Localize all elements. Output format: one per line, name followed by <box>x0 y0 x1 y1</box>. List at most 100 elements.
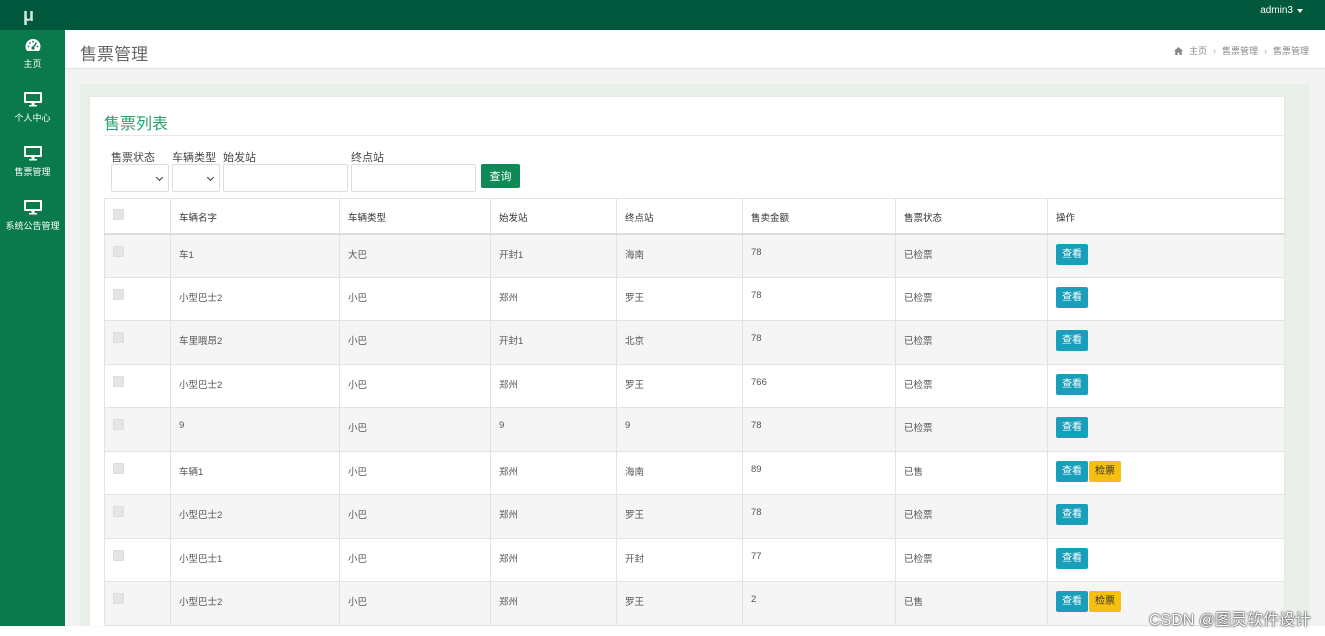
start-station-cell: 郑州 <box>490 494 617 539</box>
table-row: 小型巴士2 小巴 郑州 罗王 2 已售 查看 检票 <box>104 581 1284 626</box>
vehicle-type-cell: 小巴 <box>339 363 491 408</box>
row-checkbox[interactable] <box>113 332 124 343</box>
column-header[interactable]: 售卖金额 <box>742 198 896 235</box>
page-header: 售票管理 主页 › 售票管理 › 售票管理 <box>65 30 1325 69</box>
monitor-icon <box>23 200 42 215</box>
column-header[interactable]: 车辆名字 <box>170 198 340 235</box>
view-button[interactable]: 查看 <box>1056 330 1088 351</box>
actions-cell: 查看 <box>1047 494 1284 539</box>
vehicle-type-cell: 小巴 <box>339 450 491 495</box>
row-select-cell <box>104 407 171 452</box>
end-station-cell: 罗王 <box>616 581 743 626</box>
row-checkbox[interactable] <box>113 375 124 387</box>
column-header[interactable]: 始发站 <box>490 198 617 235</box>
sidebar-item-announcements[interactable]: 系统公告管理 <box>0 192 65 246</box>
row-checkbox[interactable] <box>113 593 124 604</box>
end-station-input[interactable] <box>351 164 476 192</box>
vehicle-type-cell: 小巴 <box>339 320 491 365</box>
actions-cell: 查看 <box>1047 233 1284 278</box>
row-checkbox[interactable] <box>113 506 124 517</box>
vehicle-name-cell: 小型巴士2 <box>170 494 340 539</box>
table-row: 9 小巴 9 9 78 已检票 查看 <box>104 407 1284 452</box>
row-select-cell <box>104 450 171 495</box>
row-checkbox[interactable] <box>113 549 124 561</box>
vehicle-type-cell: 小巴 <box>339 494 491 539</box>
status-cell: 已检票 <box>895 407 1048 452</box>
actions-cell: 查看 <box>1047 537 1284 582</box>
card-title: 售票列表 <box>104 116 169 133</box>
dashboard-icon <box>25 39 40 51</box>
view-button[interactable]: 查看 <box>1056 460 1088 482</box>
row-checkbox[interactable] <box>113 419 124 430</box>
start-station-cell: 郑州 <box>490 363 617 408</box>
view-button[interactable]: 查看 <box>1056 417 1088 438</box>
row-select-cell <box>104 494 171 539</box>
sidebar-item-label: 系统公告管理 <box>5 221 60 231</box>
view-button[interactable]: 查看 <box>1056 591 1088 612</box>
table-row: 小型巴士2 小巴 郑州 罗王 78 已检票 查看 <box>104 494 1284 539</box>
table-row: 车1 大巴 开封1 海南 78 已检票 查看 <box>104 233 1284 278</box>
row-checkbox[interactable] <box>113 245 124 257</box>
column-header[interactable]: 车辆类型 <box>339 198 491 235</box>
view-button[interactable]: 查看 <box>1056 504 1088 525</box>
check-ticket-button[interactable]: 检票 <box>1089 460 1121 482</box>
amount-cell: 2 <box>742 581 896 626</box>
end-station-cell: 海南 <box>616 233 743 278</box>
sidebar-item-home[interactable]: 主页 <box>0 30 65 84</box>
select-all-cell <box>104 198 171 235</box>
start-station-cell: 郑州 <box>490 537 617 582</box>
row-checkbox[interactable] <box>113 288 124 300</box>
vehicle-name-cell: 车1 <box>170 233 340 278</box>
user-name: admin3 <box>1260 5 1293 16</box>
divider <box>104 135 1284 136</box>
vehicle-type-select[interactable] <box>172 164 220 192</box>
table-row: 小型巴士2 小巴 郑州 罗王 78 已检票 查看 <box>104 276 1284 321</box>
watermark: CSDN @图灵软件设计 <box>1148 612 1311 629</box>
start-station-input[interactable] <box>223 164 348 192</box>
sidebar: 主页 个人中心 售票管理 系统公告管理 <box>0 30 65 626</box>
row-checkbox[interactable] <box>113 462 124 474</box>
breadcrumb-home[interactable]: 主页 <box>1189 44 1207 57</box>
column-header: 操作 <box>1047 198 1284 235</box>
vehicle-name-cell: 小型巴士2 <box>170 276 340 321</box>
view-button[interactable]: 查看 <box>1056 547 1088 569</box>
search-button[interactable]: 查询 <box>481 164 520 188</box>
amount-cell: 78 <box>742 276 896 321</box>
start-station-cell: 郑州 <box>490 581 617 626</box>
status-cell: 已检票 <box>895 320 1048 365</box>
sidebar-item-label: 主页 <box>23 59 42 69</box>
select-all-checkbox[interactable] <box>113 209 124 220</box>
user-menu[interactable]: admin3 <box>1260 5 1303 16</box>
vehicle-name-cell: 小型巴士2 <box>170 363 340 408</box>
breadcrumb-section[interactable]: 售票管理 <box>1222 44 1258 57</box>
table-header-row: 车辆名字 车辆类型 始发站 终点站 售卖金额 售票状态 操作 <box>104 198 1284 235</box>
home-icon <box>1173 46 1183 55</box>
vehicle-name-cell: 车辆1 <box>170 450 340 495</box>
column-header[interactable]: 售票状态 <box>895 198 1048 235</box>
amount-cell: 77 <box>742 537 896 582</box>
view-button[interactable]: 查看 <box>1056 373 1088 395</box>
breadcrumb-current: 售票管理 <box>1272 46 1309 56</box>
status-select[interactable] <box>111 164 169 192</box>
view-button[interactable]: 查看 <box>1056 243 1088 265</box>
table-row: 小型巴士2 小巴 郑州 罗王 766 已检票 查看 <box>104 363 1284 408</box>
chevron-right-icon: › <box>1212 45 1216 56</box>
row-select-cell <box>104 581 171 626</box>
actions-cell: 查看 <box>1047 363 1284 408</box>
caret-down-icon <box>1297 8 1303 13</box>
sidebar-item-label: 个人中心 <box>14 113 51 123</box>
amount-cell: 78 <box>742 233 896 278</box>
filter-label-start: 始发站 <box>223 152 256 164</box>
breadcrumb: 主页 › 售票管理 › 售票管理 <box>1173 44 1309 57</box>
sidebar-item-ticket-management[interactable]: 售票管理 <box>0 138 65 192</box>
check-ticket-button[interactable]: 检票 <box>1089 591 1121 612</box>
view-button[interactable]: 查看 <box>1056 286 1088 308</box>
column-header[interactable]: 终点站 <box>616 198 743 235</box>
sidebar-item-profile[interactable]: 个人中心 <box>0 84 65 138</box>
app-logo[interactable]: μ <box>0 0 65 30</box>
start-station-cell: 郑州 <box>490 450 617 495</box>
end-station-cell: 罗王 <box>616 494 743 539</box>
vehicle-name-cell: 小型巴士1 <box>170 537 340 582</box>
status-cell: 已检票 <box>895 233 1048 278</box>
vehicle-name-cell: 小型巴士2 <box>170 581 340 626</box>
